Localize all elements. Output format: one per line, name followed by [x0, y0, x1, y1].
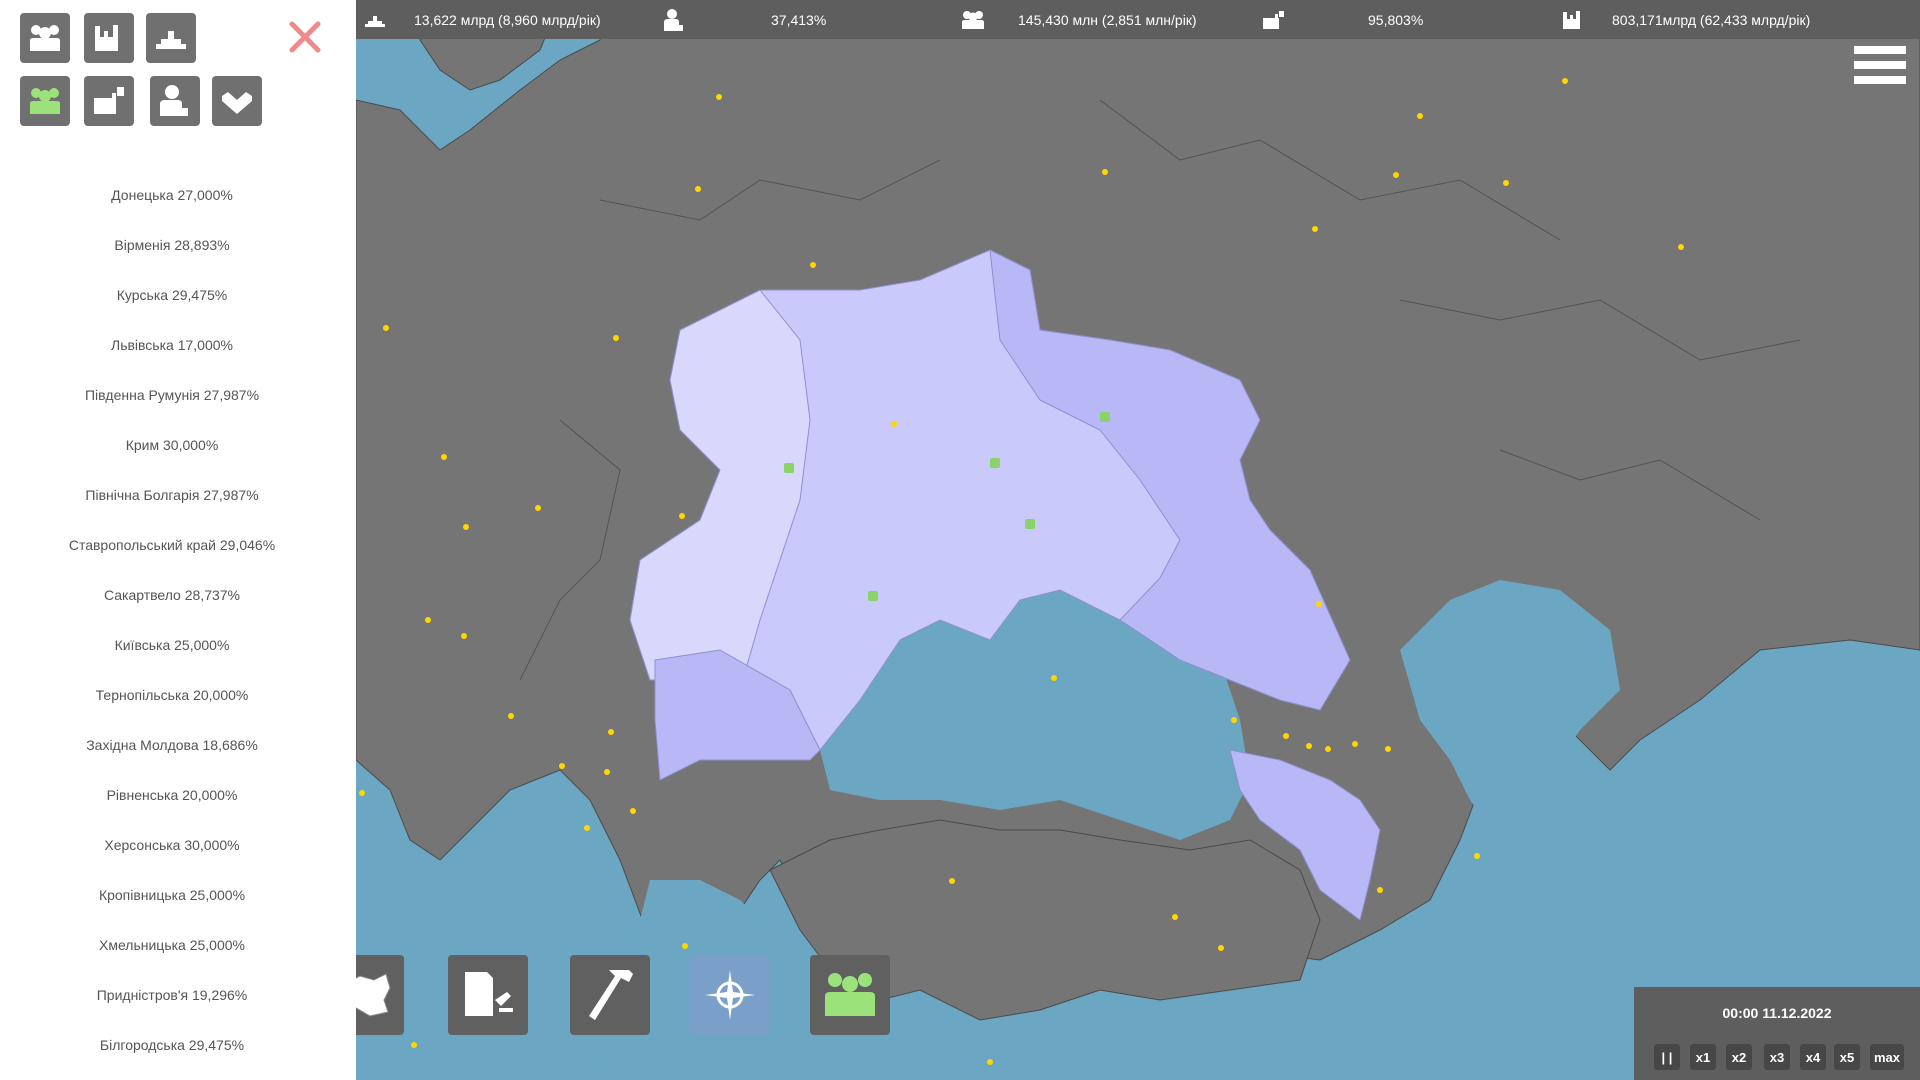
time-panel: 00:00 11.12.2022 | | x1 x2 x3 x4 x5 max — [1634, 987, 1920, 1080]
category-people-button[interactable] — [20, 76, 70, 126]
category-population-button[interactable] — [20, 13, 70, 63]
speed-max-button[interactable]: max — [1870, 1044, 1905, 1070]
region-list-item[interactable]: Південна Румунія 27,987% — [0, 370, 344, 420]
menu-bar-icon — [1854, 46, 1906, 54]
category-workers-button[interactable] — [150, 76, 200, 126]
worker-icon — [664, 8, 683, 31]
population-icon — [962, 10, 984, 29]
category-business-button[interactable] — [84, 76, 134, 126]
worker-icon — [160, 85, 188, 116]
people-group-icon — [825, 973, 875, 1016]
region-list-item[interactable]: Рівненська 20,000% — [0, 770, 344, 820]
population-icon — [30, 25, 60, 51]
region-list-item[interactable]: Крим 30,000% — [0, 420, 344, 470]
military-alliance-button[interactable] — [690, 955, 770, 1035]
region-list-item[interactable]: Західна Молдова 18,686% — [0, 720, 344, 770]
menu-bar-icon — [1854, 61, 1906, 69]
speed-x2-button[interactable]: x2 — [1726, 1044, 1752, 1070]
region-list-item[interactable]: Хмельницька 25,000% — [0, 920, 344, 970]
stat-resources: 13,622 млрд (8,960 млрд/рік) — [362, 0, 601, 39]
briefcase-icon — [94, 87, 124, 114]
category-industry-button[interactable] — [84, 13, 134, 63]
region-list-item[interactable]: Херсонська 30,000% — [0, 820, 344, 870]
laws-button[interactable] — [448, 955, 528, 1035]
hamburger-menu-button[interactable] — [1854, 46, 1906, 98]
menu-bar-icon — [1854, 76, 1906, 84]
left-panel: Донецька 27,000% Вірменія 28,893% Курська … — [0, 0, 356, 1080]
close-icon[interactable] — [288, 20, 322, 54]
briefcase-icon — [1263, 10, 1284, 29]
stat-industry: 803,171млрд (62,433 млрд/рік) — [1560, 0, 1810, 39]
hammer-icon — [589, 970, 633, 1020]
region-list: Донецька 27,000% Вірменія 28,893% Курська … — [0, 170, 344, 1070]
stat-resources-value: 13,622 млрд (8,960 млрд/рік) — [414, 12, 601, 28]
speed-x4-button[interactable]: x4 — [1800, 1044, 1826, 1070]
people-icon — [30, 88, 60, 114]
region-list-item[interactable]: Тернопільська 20,000% — [0, 670, 344, 720]
stat-business: 95,803% — [1260, 0, 1423, 39]
region-list-item[interactable]: Білгородська 29,475% — [0, 1020, 344, 1070]
region-list-item[interactable]: Київська 25,000% — [0, 620, 344, 670]
documents-law-icon — [465, 972, 513, 1016]
region-list-item[interactable]: Північна Болгарія 27,987% — [0, 470, 344, 520]
build-button[interactable] — [570, 955, 650, 1035]
speed-x3-button[interactable]: x3 — [1764, 1044, 1790, 1070]
factory-icon — [95, 25, 118, 51]
region-list-item[interactable]: Сакартвело 28,737% — [0, 570, 344, 620]
region-list-item[interactable]: Придністров'я 19,296% — [0, 970, 344, 1020]
stat-employment: 37,413% — [661, 0, 826, 39]
category-diplomacy-button[interactable] — [212, 76, 262, 126]
game-clock: 00:00 11.12.2022 — [1722, 1005, 1832, 1021]
stat-population-value: 145,430 млн (2,851 млн/рік) — [1018, 12, 1197, 28]
nato-compass-icon — [705, 970, 755, 1020]
region-list-item[interactable]: Курська 29,475% — [0, 270, 344, 320]
region-list-item[interactable]: Ставропольський край 29,046% — [0, 520, 344, 570]
stat-industry-value: 803,171млрд (62,433 млрд/рік) — [1612, 12, 1811, 28]
resources-icon — [156, 31, 186, 49]
population-management-button[interactable] — [810, 955, 890, 1035]
category-resources-button[interactable] — [146, 13, 196, 63]
speed-x1-button[interactable]: x1 — [1690, 1044, 1716, 1070]
stats-bar: 13,622 млрд (8,960 млрд/рік) 37,413% 145… — [356, 0, 1920, 39]
stat-business-value: 95,803% — [1368, 12, 1424, 28]
stat-employment-value: 37,413% — [771, 12, 827, 28]
region-list-item[interactable]: Кропівницька 25,000% — [0, 870, 344, 920]
stat-population: 145,430 млн (2,851 млн/рік) — [960, 0, 1197, 39]
region-list-item[interactable]: Вірменія 28,893% — [0, 220, 344, 270]
resources-icon — [365, 15, 385, 27]
speed-x5-button[interactable]: x5 — [1834, 1044, 1860, 1070]
handshake-icon — [222, 92, 252, 114]
region-list-item[interactable]: Донецька 27,000% — [0, 170, 344, 220]
region-list-item[interactable]: Львівська 17,000% — [0, 320, 344, 370]
factory-icon — [1563, 10, 1580, 29]
world-map[interactable] — [355, 0, 1920, 1080]
pause-button[interactable]: | | — [1654, 1044, 1680, 1070]
